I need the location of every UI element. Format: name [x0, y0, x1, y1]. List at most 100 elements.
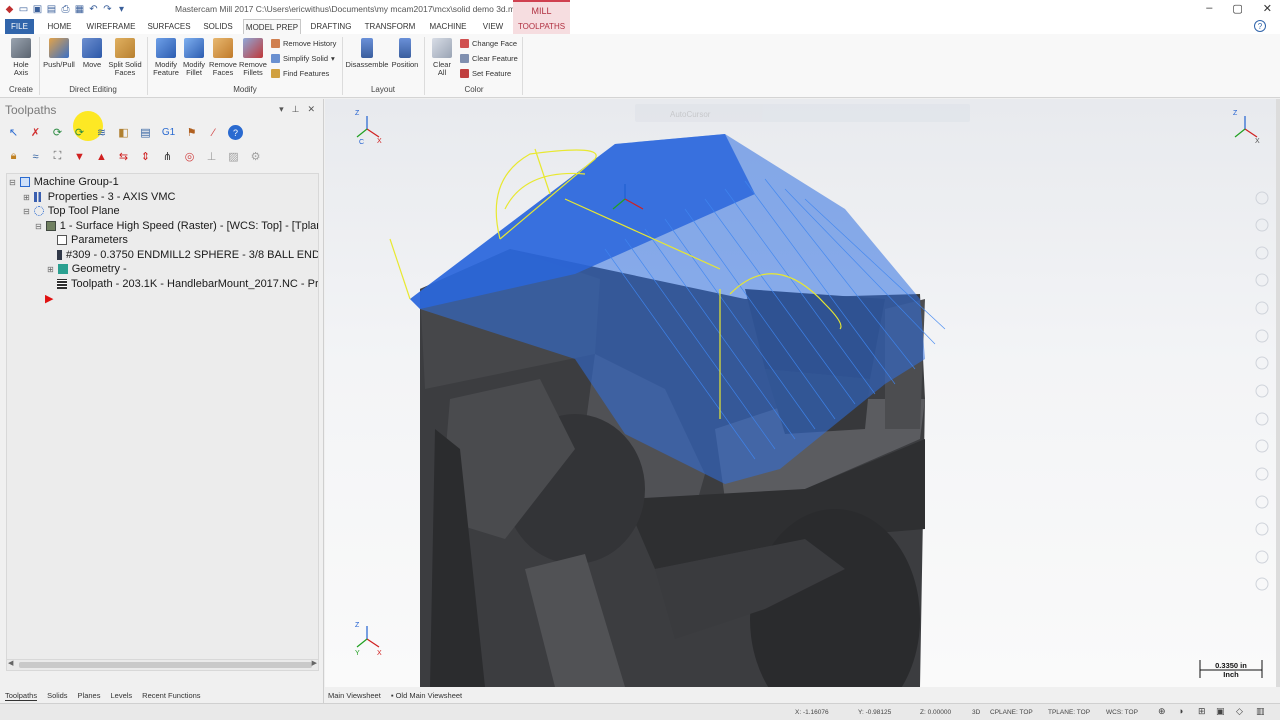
wireframe-display-icon[interactable]: ⊕ — [1158, 706, 1166, 717]
move-button[interactable]: Move — [79, 38, 105, 69]
undo-icon[interactable]: ↶ — [88, 4, 99, 15]
tab-view[interactable]: VIEW — [478, 19, 508, 34]
tree-properties[interactable]: ⊞ Properties - 3 - AXIS VMC — [23, 191, 175, 203]
tab-drafting[interactable]: DRAFTING — [307, 19, 355, 34]
help-icon[interactable]: ? — [1254, 20, 1266, 32]
tab-toolpaths-manager[interactable]: Toolpaths — [5, 691, 38, 701]
clear-feature-button[interactable]: Clear Feature — [460, 54, 518, 63]
highfeed-icon[interactable]: ⚑ — [184, 125, 199, 140]
tree-operation-1[interactable]: ⊟ 1 - Surface High Speed (Raster) - [WCS… — [35, 220, 318, 232]
graphics-viewport[interactable]: AutoCursor Z X C Z X Z X Y 0.3350 in Inc… — [325, 99, 1276, 687]
section-view-icon[interactable]: ⊞ — [1198, 706, 1206, 717]
maximize-button[interactable]: ▢ — [1232, 2, 1242, 15]
move-insert-up-icon[interactable]: ▲ — [94, 149, 109, 164]
tool-manager-icon[interactable]: ▨ — [226, 149, 241, 164]
status-cplane[interactable]: CPLANE: TOP — [990, 709, 1033, 716]
remove-faces-button[interactable]: Remove Faces — [208, 38, 238, 77]
insert-before-icon[interactable]: ⇕ — [138, 149, 153, 164]
insert-after-icon[interactable]: ⇆ — [116, 149, 131, 164]
remove-faces-icon — [213, 38, 233, 58]
tab-solids-manager[interactable]: Solids — [47, 691, 67, 700]
select-all-operations-icon[interactable]: ↖ — [6, 125, 21, 140]
save-as-icon[interactable]: ▤ — [46, 4, 57, 15]
tab-file[interactable]: FILE — [5, 19, 34, 34]
status-tplane[interactable]: TPLANE: TOP — [1048, 709, 1090, 716]
minimize-button[interactable]: – — [1206, 2, 1212, 15]
split-solid-faces-button[interactable]: Split Solid Faces — [106, 38, 144, 77]
toggle-post-icon[interactable]: ⛶ — [50, 149, 65, 164]
modify-feature-button[interactable]: Modify Feature — [151, 38, 181, 77]
delete-operations-icon[interactable]: ⁄ — [206, 125, 221, 140]
view-toolpath-icon[interactable]: ⊥ — [204, 149, 219, 164]
display-only-selected-icon[interactable]: ⋔ — [160, 149, 175, 164]
tree-toolpath[interactable]: Toolpath - 203.1K - HandlebarMount_2017.… — [57, 278, 318, 290]
new-file-icon[interactable]: ▭ — [18, 4, 29, 15]
simplify-solid-button[interactable]: Simplify Solid ▾ — [271, 54, 335, 63]
tree-parameters[interactable]: Parameters — [57, 234, 128, 246]
stock-settings-icon[interactable]: ⚙ — [248, 149, 263, 164]
move-insert-down-icon[interactable]: ▼ — [72, 149, 87, 164]
tab-wireframe[interactable]: WIREFRAME — [85, 19, 137, 34]
clear-all-button[interactable]: Clear All — [430, 38, 454, 77]
tab-recent-functions[interactable]: Recent Functions — [142, 691, 200, 700]
status-mode[interactable]: 3D — [972, 709, 980, 716]
push-pull-button[interactable]: Push/Pull — [42, 38, 76, 69]
disassemble-button[interactable]: Disassemble — [345, 38, 389, 69]
pin-icon[interactable]: ⊥ — [292, 104, 300, 115]
lock-icon[interactable]: 🔒︎ — [6, 149, 21, 164]
modify-fillet-button[interactable]: Modify Fillet — [180, 38, 208, 77]
tab-machine[interactable]: MACHINE — [425, 19, 471, 34]
print-icon[interactable]: ⎙ — [60, 4, 71, 15]
tab-levels-manager[interactable]: Levels — [110, 691, 132, 700]
tab-toolpaths[interactable]: TOOLPATHS — [513, 19, 570, 34]
post-selected-icon[interactable]: G1 — [160, 125, 177, 140]
panel-close-icon[interactable]: ✕ — [307, 104, 315, 115]
remove-history-button[interactable]: Remove History — [271, 39, 336, 48]
view-gnomon-bottom-left: Z X Y — [355, 622, 382, 657]
hole-axis-button[interactable]: Hole Axis — [8, 38, 34, 77]
verify-icon[interactable]: ◧ — [116, 125, 131, 140]
translucency-icon[interactable]: ◇ — [1236, 706, 1243, 717]
remove-fillets-button[interactable]: Remove Fillets — [238, 38, 268, 77]
autocursor-toolbar[interactable]: AutoCursor — [635, 104, 970, 122]
view-controls[interactable] — [1255, 191, 1269, 591]
tab-home[interactable]: HOME — [42, 19, 77, 34]
tree-machine-group[interactable]: ⊟ Machine Group-1 — [9, 176, 119, 188]
shaded-display-icon[interactable]: ◑ — [1178, 706, 1183, 716]
tab-solids[interactable]: SOLIDS — [200, 19, 236, 34]
change-face-button[interactable]: Change Face — [460, 39, 517, 48]
insert-arrow[interactable]: ▶ — [45, 292, 53, 305]
tab-surfaces[interactable]: SURFACES — [146, 19, 192, 34]
tree-geometry[interactable]: ⊞ Geometry - — [47, 263, 127, 275]
tree-tool[interactable]: #309 - 0.3750 ENDMILL2 SPHERE - 3/8 BALL… — [57, 249, 318, 261]
customize-qat-icon[interactable]: ▾ — [116, 4, 127, 15]
tree-tool-plane[interactable]: ⊟ Top Tool Plane — [23, 205, 120, 217]
display-selected-geometry-icon[interactable]: ◎ — [182, 149, 197, 164]
print-preview-icon[interactable]: ▦ — [74, 4, 85, 15]
simulate-icon[interactable]: ▤ — [138, 125, 153, 140]
backplot-icon[interactable]: ≋ — [94, 125, 109, 140]
find-features-button[interactable]: Find Features — [271, 69, 329, 78]
toolpaths-help-icon[interactable]: ? — [228, 125, 243, 140]
redo-icon[interactable]: ↷ — [102, 4, 113, 15]
edges-icon[interactable]: ▥ — [1256, 706, 1265, 717]
close-button[interactable]: ✕ — [1263, 2, 1272, 15]
tab-transform[interactable]: TRANSFORM — [363, 19, 417, 34]
save-icon[interactable]: ▣ — [32, 4, 43, 15]
tree-horizontal-scrollbar[interactable]: ◀ ▶ — [6, 659, 319, 671]
hidden-lines-icon[interactable]: ▣ — [1216, 706, 1225, 717]
tab-model-prep[interactable]: MODEL PREP — [243, 19, 301, 34]
scroll-right-icon[interactable]: ▶ — [312, 659, 317, 667]
select-invalid-operations-icon[interactable]: ✗ — [28, 125, 43, 140]
tab-main-viewsheet[interactable]: Main Viewsheet — [328, 691, 381, 700]
tab-planes-manager[interactable]: Planes — [78, 691, 101, 700]
scroll-left-icon[interactable]: ◀ — [8, 659, 13, 667]
regenerate-selected-icon[interactable]: ⟳ — [50, 125, 65, 140]
set-feature-button[interactable]: Set Feature — [460, 69, 511, 78]
toggle-display-icon[interactable]: ≈ — [28, 149, 43, 164]
tab-old-main-viewsheet[interactable]: ▪ Old Main Viewsheet — [391, 691, 462, 700]
panel-dropdown-icon[interactable]: ▾ — [279, 104, 284, 115]
regenerate-dirty-icon[interactable]: ⟳ — [72, 125, 87, 140]
position-button[interactable]: Position — [390, 38, 420, 69]
status-wcs[interactable]: WCS: TOP — [1106, 709, 1138, 716]
